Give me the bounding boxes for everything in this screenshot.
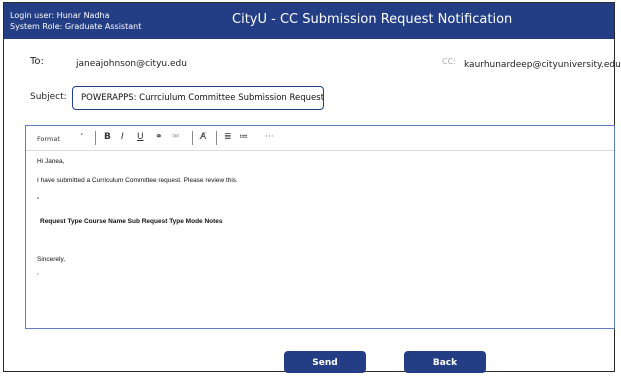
body-line: I have submitted a Curriculum Committee …	[37, 177, 238, 184]
subject-label: Subject:	[30, 92, 67, 102]
notification-form: Login user: Hunar Nadha System Role: Gra…	[3, 2, 621, 373]
format-dropdown[interactable]: Format	[37, 135, 60, 143]
cc-label: CC:	[442, 57, 456, 66]
header-bar: Login user: Hunar Nadha System Role: Gra…	[4, 3, 614, 39]
link-icon[interactable]: ⚭	[155, 132, 163, 142]
underline-icon[interactable]: U	[137, 132, 144, 142]
ordered-list-icon[interactable]: ≣	[224, 132, 232, 142]
editor-toolbar: Format ˅ B I U ⚭ ⚮ A̸ ≣ ≔ ···	[26, 126, 614, 151]
to-label: To:	[30, 56, 44, 67]
to-field[interactable]: janeajohnson@cityu.edu	[76, 59, 187, 69]
greeting-text: Hi Janea,	[37, 158, 65, 165]
chevron-down-icon[interactable]: ˅	[80, 133, 84, 141]
page: Login user: Hunar Nadha System Role: Gra…	[0, 0, 621, 378]
italic-icon[interactable]: I	[121, 132, 124, 142]
back-button[interactable]: Back	[404, 351, 486, 373]
toolbar-divider	[216, 131, 217, 145]
toolbar-divider	[95, 131, 96, 145]
table-header-row: Request Type Course Name Sub Request Typ…	[40, 218, 223, 225]
cc-field[interactable]: kaurhunardeep@cityuniversity.edu	[464, 60, 621, 70]
closing-text: Sincerely,	[37, 256, 66, 263]
login-user: Login user: Hunar Nadha	[10, 11, 110, 20]
page-title: CityU - CC Submission Request Notificati…	[232, 12, 513, 27]
system-role: System Role: Graduate Assistant	[10, 22, 142, 31]
toolbar-divider	[192, 131, 193, 145]
subject-input[interactable]	[72, 86, 324, 110]
send-button[interactable]: Send	[284, 351, 366, 373]
clear-format-icon[interactable]: A̸	[200, 132, 206, 142]
bold-icon[interactable]: B	[104, 132, 111, 142]
bullet-list-icon[interactable]: ≔	[239, 132, 248, 142]
rich-text-editor[interactable]: Format ˅ B I U ⚭ ⚮ A̸ ≣ ≔ ··· Hi Janea, …	[25, 125, 615, 329]
user-info: Login user: Hunar Nadha System Role: Gra…	[10, 10, 141, 32]
unlink-icon[interactable]: ⚮	[172, 132, 180, 142]
trailing-text: ,	[37, 269, 39, 276]
more-options-icon[interactable]: ···	[265, 132, 274, 142]
quote-mark: "	[37, 197, 40, 204]
